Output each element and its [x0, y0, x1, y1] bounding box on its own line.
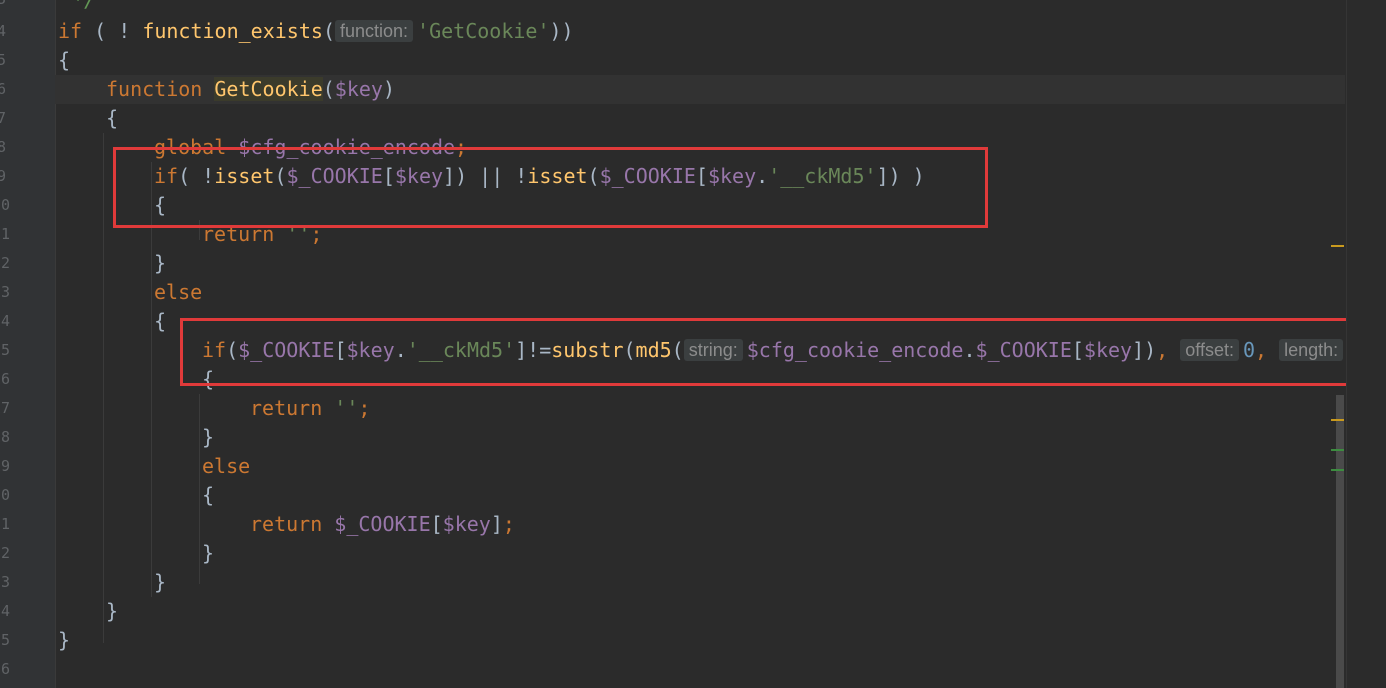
line-number: 11 — [0, 225, 11, 243]
code-line: } — [154, 251, 167, 275]
warning-marker[interactable] — [1331, 245, 1344, 247]
line-number: 9 — [0, 167, 6, 185]
line-number: 6 — [0, 80, 6, 98]
line-number: 18 — [0, 428, 11, 446]
highlight-box-md5-check — [180, 318, 1369, 386]
code-line: return $_COOKIE[$key]; — [250, 512, 515, 536]
line-number: 4 — [0, 22, 6, 40]
line-number: 3 — [0, 0, 6, 14]
highlight-box-isset-check — [113, 147, 988, 228]
line-number: 15 — [0, 341, 11, 359]
code-line: else — [154, 280, 203, 304]
indent-guide — [199, 394, 200, 584]
vertical-scrollbar-track[interactable] — [1346, 0, 1386, 688]
line-number: 26 — [0, 660, 11, 678]
scrollbar-thumb[interactable] — [1336, 395, 1344, 688]
line-number: 23 — [0, 573, 11, 591]
line-number: 21 — [0, 515, 11, 533]
line-number: 25 — [0, 631, 11, 649]
indent-guide — [103, 133, 104, 643]
code-line: } — [202, 541, 215, 565]
line-number: 14 — [0, 312, 11, 330]
code-line: } — [202, 425, 215, 449]
code-line: } — [58, 628, 71, 652]
warning-marker[interactable] — [1331, 419, 1344, 421]
line-number: 13 — [0, 283, 11, 301]
code-line: */ — [60, 0, 97, 12]
line-number: 12 — [0, 254, 11, 272]
code-line: else — [202, 454, 251, 478]
change-marker[interactable] — [1331, 469, 1344, 471]
code-line: function GetCookie($key) — [106, 77, 396, 101]
line-number: 16 — [0, 370, 11, 388]
param-hint: function: — [334, 20, 414, 42]
change-marker[interactable] — [1331, 449, 1344, 451]
line-number: 17 — [0, 399, 11, 417]
line-number: 5 — [0, 51, 6, 69]
code-line: return ''; — [250, 396, 371, 420]
line-number: 22 — [0, 544, 11, 562]
line-number-gutter: 3 4 5 6 7 8 9 10 11 12 13 14 15 16 17 18… — [0, 0, 56, 688]
code-line: { — [154, 309, 167, 333]
code-line: } — [106, 599, 119, 623]
line-number: 19 — [0, 457, 11, 475]
code-line: if ( ! function_exists(function: 'GetCook… — [58, 19, 574, 43]
code-line: { — [106, 106, 119, 130]
code-line: { — [58, 48, 71, 72]
line-number: 24 — [0, 602, 11, 620]
code-line: } — [154, 570, 167, 594]
line-number: 20 — [0, 486, 11, 504]
line-number: 7 — [0, 109, 6, 127]
code-line: { — [202, 483, 215, 507]
line-number: 8 — [0, 138, 6, 156]
line-number: 10 — [0, 196, 11, 214]
